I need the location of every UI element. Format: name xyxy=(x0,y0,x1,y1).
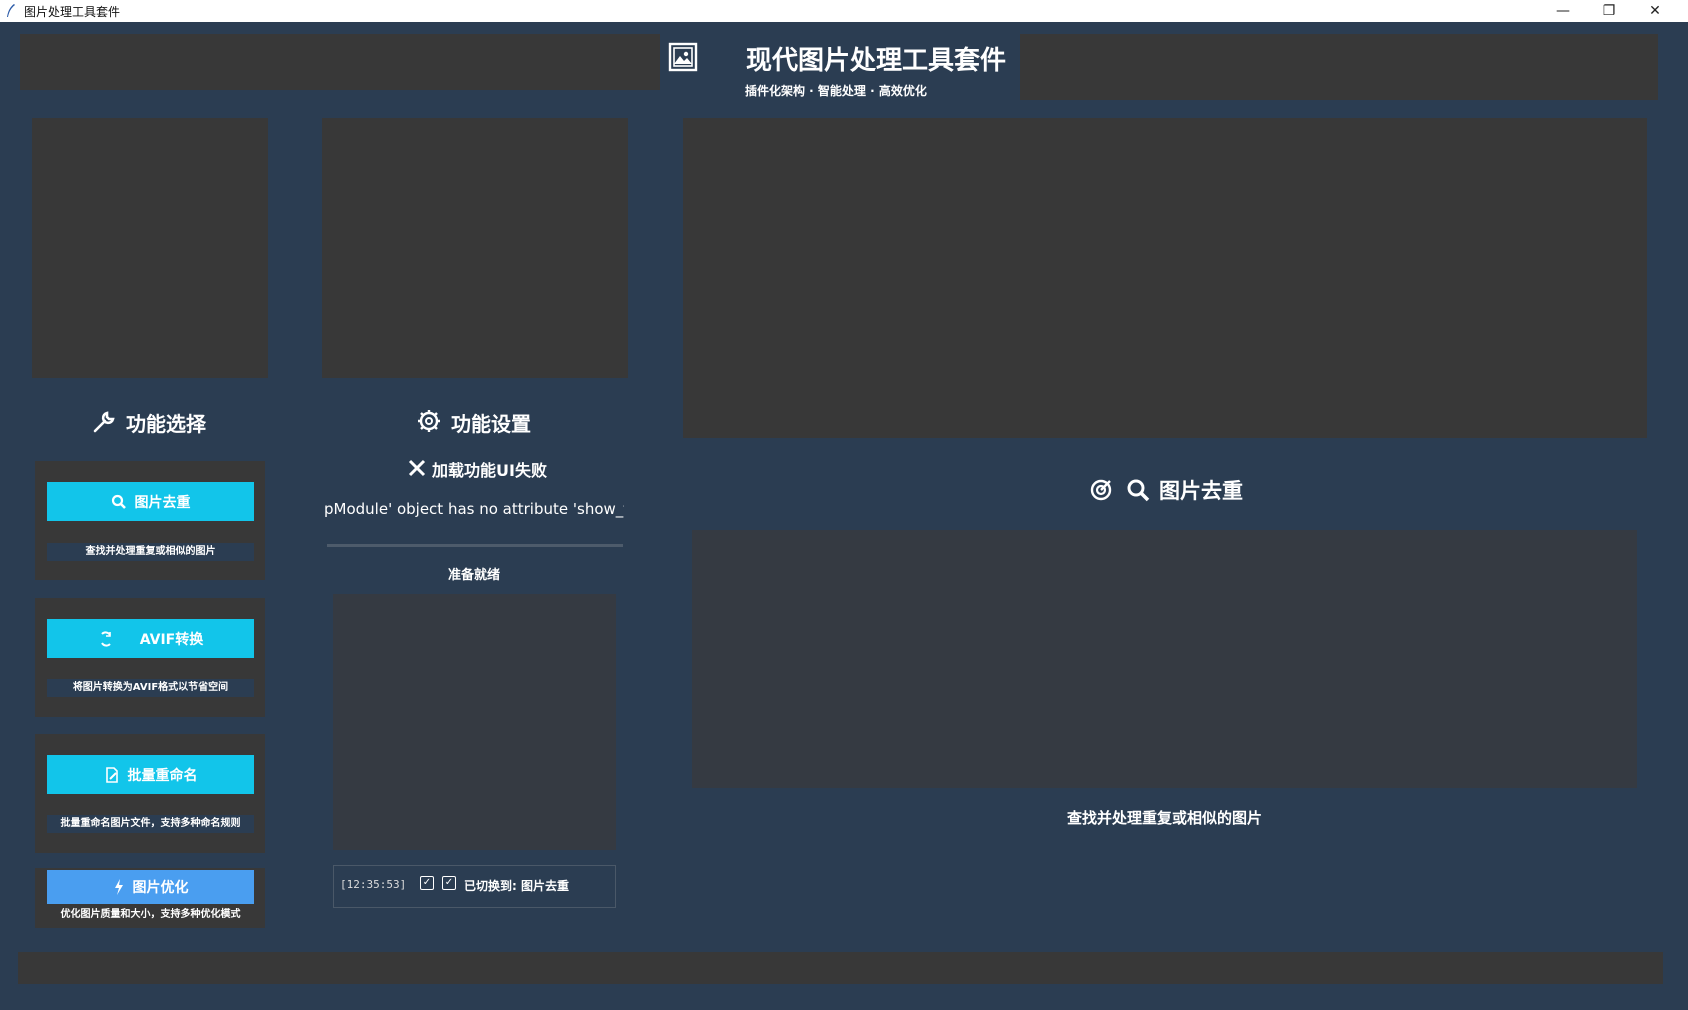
search-icon xyxy=(1127,479,1150,502)
gear-icon xyxy=(418,410,440,432)
right-panel-heading: 图片去重 xyxy=(1159,479,1243,503)
optimize-description: 优化图片质量和大小，支持多种优化模式 xyxy=(60,909,241,920)
target-icon xyxy=(1090,479,1112,501)
avif-button-label: AVIF转换 xyxy=(139,631,204,648)
log-time: [12:35:53] xyxy=(340,878,407,891)
left-panel-heading: 功能选择 xyxy=(126,412,206,436)
checkmark-icon: ✓ xyxy=(420,876,434,890)
progress-bar xyxy=(327,544,623,547)
preview-area xyxy=(333,594,616,850)
right-preview-box xyxy=(683,118,1647,438)
lightning-icon xyxy=(114,879,123,895)
image-icon xyxy=(668,42,698,72)
header-bar-right xyxy=(1020,34,1658,100)
feature-card-rename: 批量重命名 批量重命名图片文件，支持多种命名规则 xyxy=(35,734,265,853)
log-box: [12:35:53] ✓ ✓ 已切换到: 图片去重 xyxy=(333,865,616,908)
rename-button[interactable]: 批量重命名 xyxy=(47,755,254,794)
window-titlebar: 图片处理工具套件 — ❐ ✕ xyxy=(0,0,1688,22)
app-subtitle: 插件化架构 · 智能处理 · 高效优化 xyxy=(745,84,927,98)
avif-button[interactable]: AVIF转换 xyxy=(47,619,254,658)
restore-button[interactable]: ❐ xyxy=(1586,0,1632,22)
error-title: 加载功能UI失败 xyxy=(432,461,547,480)
right-panel-description: 查找并处理重复或相似的图片 xyxy=(1066,809,1262,827)
search-icon xyxy=(111,494,126,509)
status-label: 准备就绪 xyxy=(448,568,501,583)
close-x-icon xyxy=(408,459,426,477)
optimize-button-label: 图片优化 xyxy=(132,880,189,896)
wrench-icon xyxy=(93,411,115,433)
feather-icon xyxy=(7,4,15,17)
rename-description: 批量重命名图片文件，支持多种命名规则 xyxy=(47,815,254,833)
middle-panel-heading: 功能设置 xyxy=(451,412,531,436)
feature-card-optimize: 图片优化 优化图片质量和大小，支持多种优化模式 xyxy=(35,868,265,928)
rename-button-label: 批量重命名 xyxy=(127,767,198,784)
checkmark-icon: ✓ xyxy=(442,876,456,890)
optimize-button[interactable]: 图片优化 xyxy=(47,870,254,904)
window-title: 图片处理工具套件 xyxy=(24,5,121,19)
error-message: pModule' object has no attribute 'show_f… xyxy=(324,500,624,518)
avif-description: 将图片转换为AVIF格式以节省空间 xyxy=(47,679,254,697)
dedup-button[interactable]: 图片去重 xyxy=(47,482,254,521)
edit-file-icon xyxy=(105,766,118,783)
log-message: 已切换到: 图片去重 xyxy=(464,879,569,893)
middle-preview-box xyxy=(322,118,628,378)
feature-card-dedup: 图片去重 查找并处理重复或相似的图片 xyxy=(35,461,265,580)
close-button[interactable]: ✕ xyxy=(1632,0,1678,22)
footer-bar xyxy=(18,952,1663,984)
dedup-description: 查找并处理重复或相似的图片 xyxy=(47,543,254,561)
feature-card-avif: AVIF转换 将图片转换为AVIF格式以节省空间 xyxy=(35,598,265,717)
convert-icon xyxy=(100,630,111,647)
left-preview-box xyxy=(32,118,268,378)
dedup-button-label: 图片去重 xyxy=(134,494,191,511)
app-title: 现代图片处理工具套件 xyxy=(746,46,1007,76)
minimize-button[interactable]: — xyxy=(1540,0,1586,22)
header-bar-left xyxy=(20,34,660,90)
right-content-area xyxy=(692,530,1637,788)
